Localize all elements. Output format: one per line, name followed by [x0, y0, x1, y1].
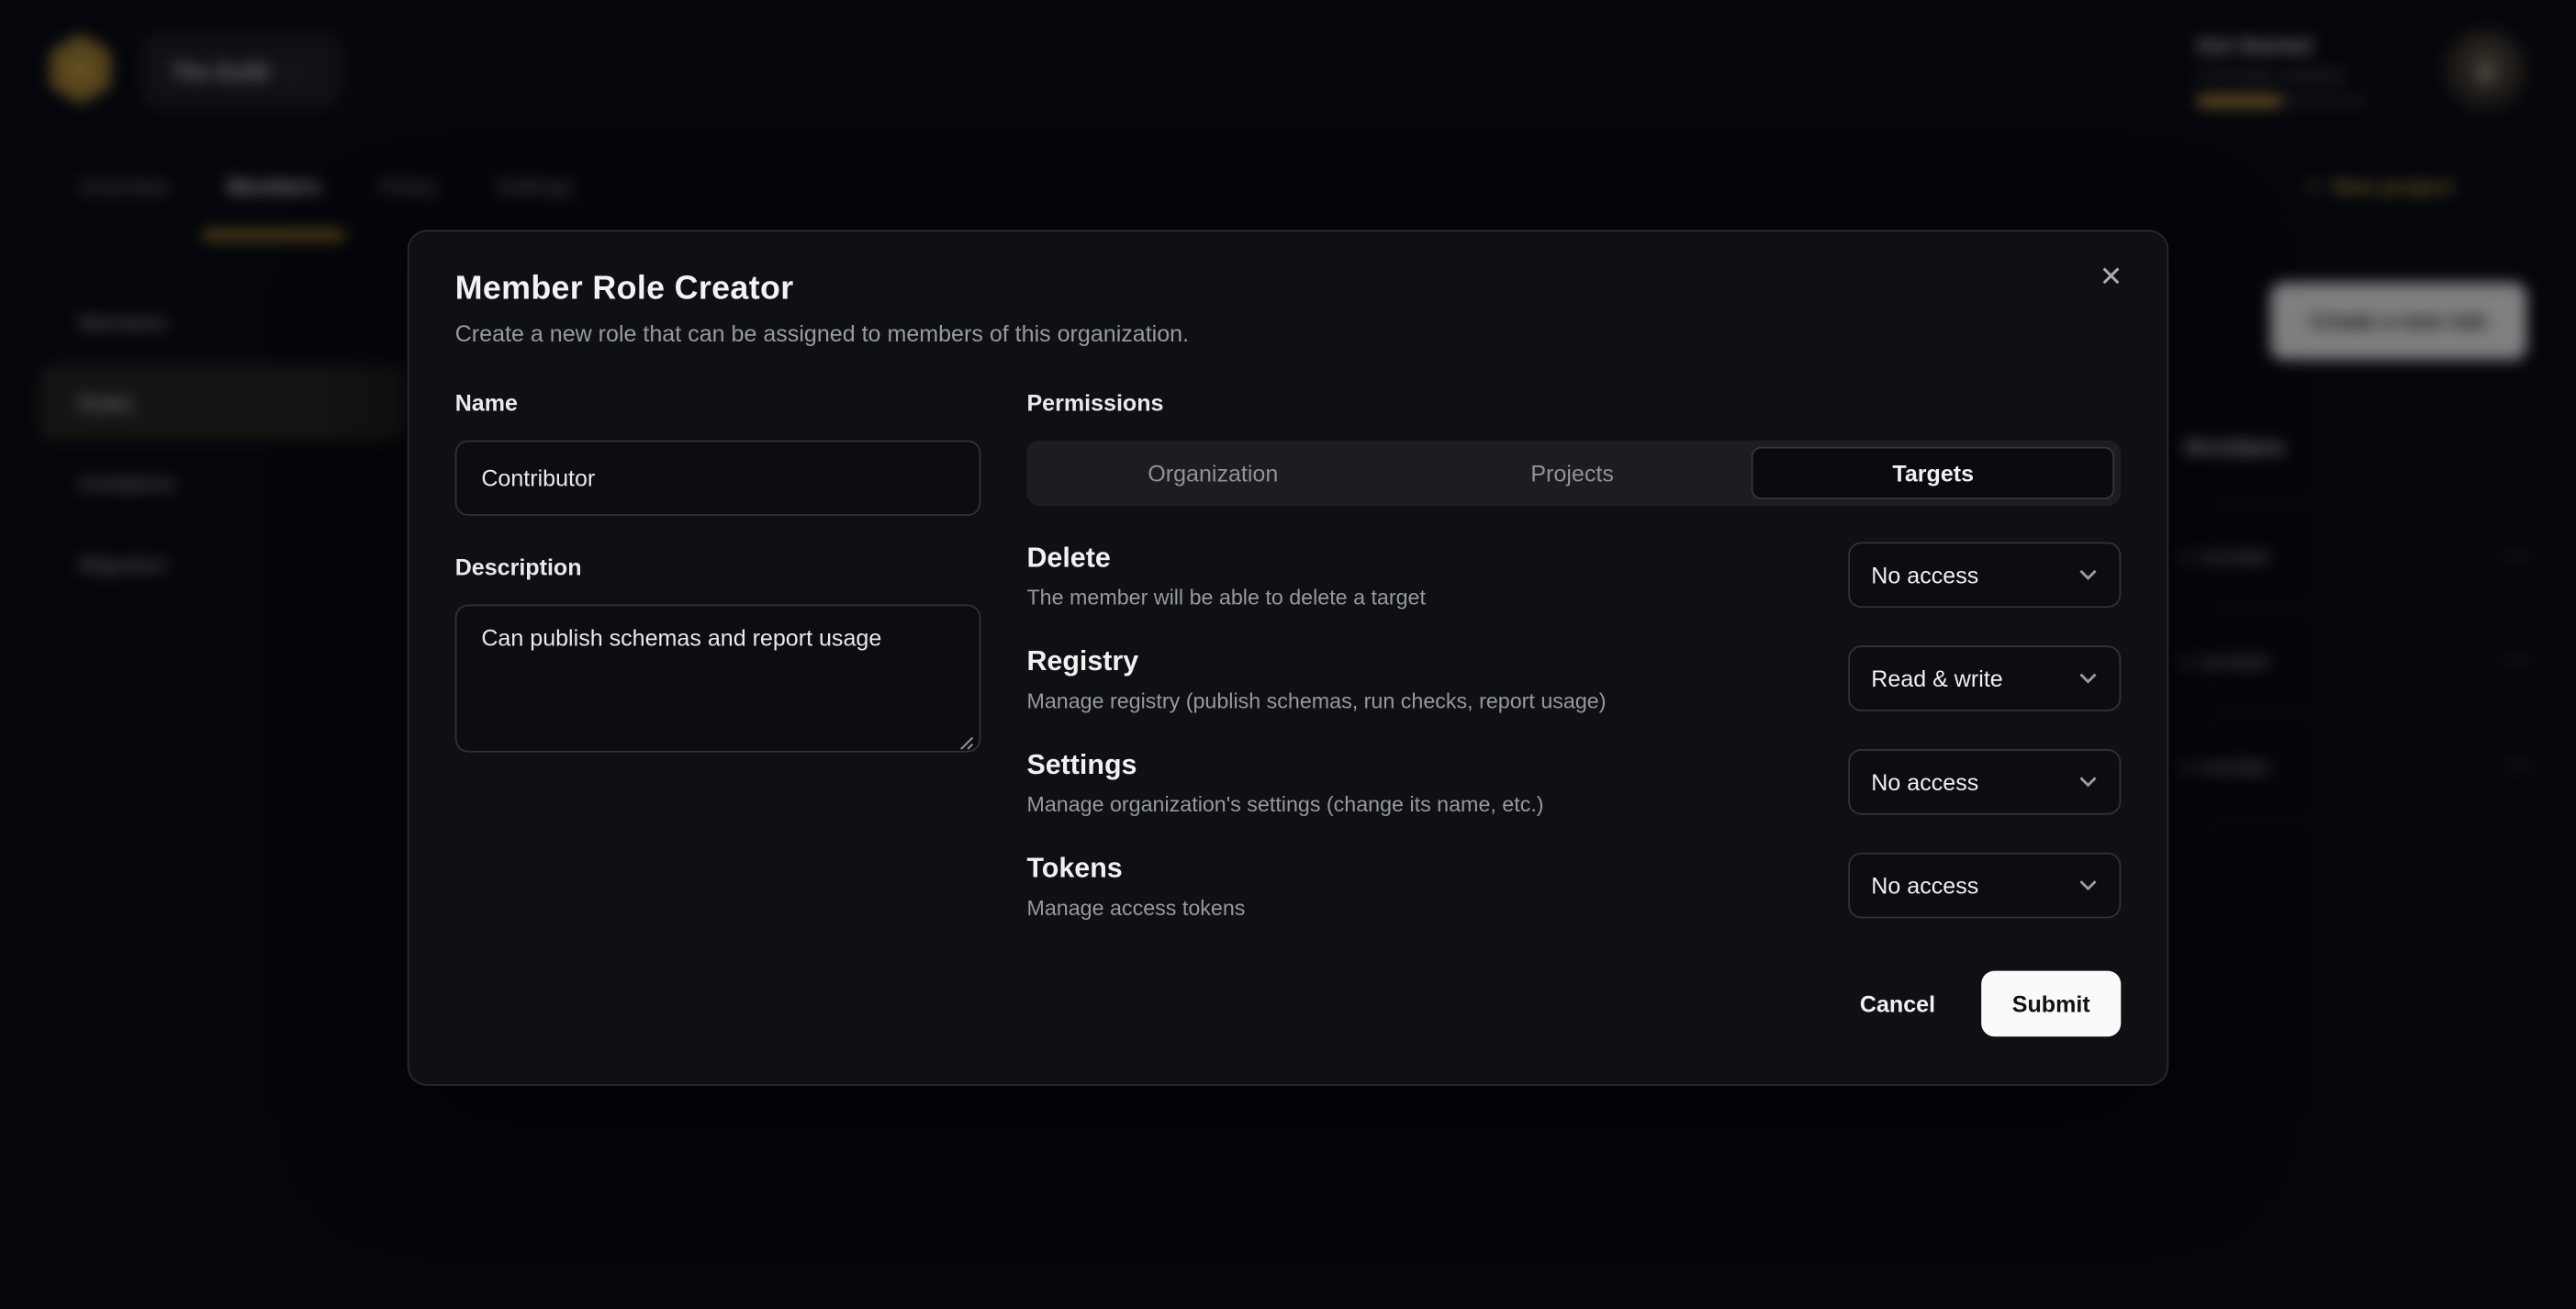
delete-access-select[interactable]: No access	[1848, 543, 2121, 609]
permissions-tab-targets[interactable]: Targets	[1752, 447, 2114, 499]
permission-description: The member will be able to delete a targ…	[1026, 585, 1426, 610]
permission-description: Manage organization's settings (change i…	[1026, 792, 1543, 817]
description-label: Description	[455, 554, 981, 580]
close-icon[interactable]: ✕	[2091, 258, 2131, 297]
permission-description: Manage access tokens	[1026, 895, 1245, 920]
chevron-down-icon	[2078, 568, 2098, 581]
cancel-button[interactable]: Cancel	[1860, 990, 1935, 1017]
permission-title: Delete	[1026, 543, 1426, 576]
permissions-rows: Delete The member will be able to delete…	[1026, 543, 2121, 921]
submit-button[interactable]: Submit	[1981, 971, 2121, 1037]
chevron-down-icon	[2078, 672, 2098, 685]
role-name-input[interactable]	[455, 441, 981, 516]
permissions-label: Permissions	[1026, 389, 2121, 416]
role-description-textarea[interactable]: Can publish schemas and report usage	[455, 605, 981, 753]
app-window: The Guild ⌄ Get Started 3 of 6 tasks com…	[0, 0, 2576, 1309]
permission-title: Registry	[1026, 645, 1606, 678]
select-value: Read & write	[1871, 666, 2002, 692]
chevron-down-icon	[2078, 878, 2098, 891]
permission-title: Settings	[1026, 749, 1543, 782]
permission-row-registry: Registry Manage registry (publish schema…	[1026, 645, 2121, 712]
permission-row-settings: Settings Manage organization's settings …	[1026, 749, 2121, 816]
dialog-subtitle: Create a new role that can be assigned t…	[455, 320, 2122, 347]
permission-row-delete: Delete The member will be able to delete…	[1026, 543, 2121, 610]
permissions-tab-strip: Organization Projects Targets	[1026, 441, 2121, 507]
chevron-down-icon	[2078, 776, 2098, 789]
select-value: No access	[1871, 562, 1978, 588]
member-role-creator-dialog: ✕ Member Role Creator Create a new role …	[408, 230, 2168, 1086]
permissions-tab-projects[interactable]: Projects	[1393, 447, 1752, 499]
resize-handle-icon[interactable]	[958, 734, 974, 751]
select-value: No access	[1871, 769, 1978, 796]
tokens-access-select[interactable]: No access	[1848, 853, 2121, 919]
permission-description: Manage registry (publish schemas, run ch…	[1026, 688, 1606, 713]
select-value: No access	[1871, 872, 1978, 899]
dialog-title: Member Role Creator	[455, 271, 2122, 308]
settings-access-select[interactable]: No access	[1848, 749, 2121, 815]
permission-row-tokens: Tokens Manage access tokens No access	[1026, 853, 2121, 920]
permissions-tab-organization[interactable]: Organization	[1034, 447, 1393, 499]
name-label: Name	[455, 389, 981, 416]
registry-access-select[interactable]: Read & write	[1848, 645, 2121, 711]
permission-title: Tokens	[1026, 853, 1245, 886]
